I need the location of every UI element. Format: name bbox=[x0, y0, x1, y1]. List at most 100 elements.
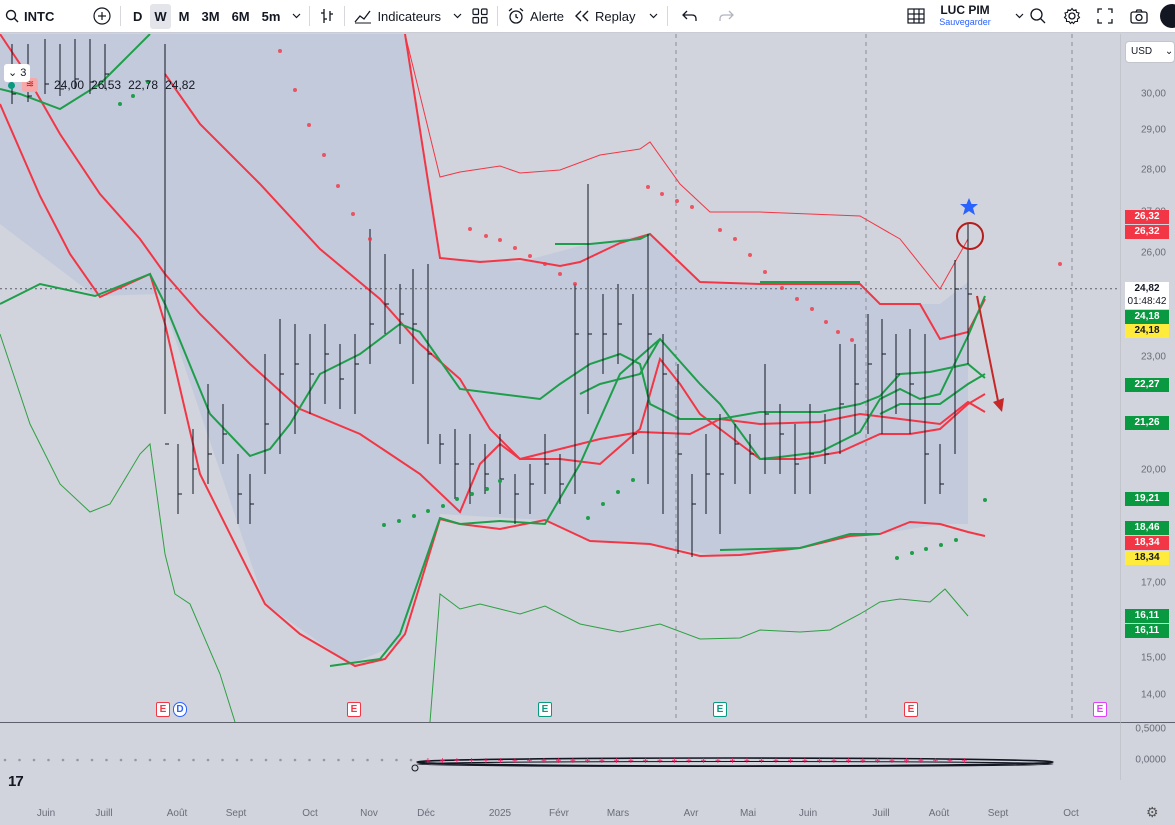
currency-label: USD bbox=[1131, 46, 1153, 57]
interval-5m[interactable]: 5m bbox=[258, 4, 285, 29]
event-marker[interactable]: E bbox=[347, 702, 361, 717]
price-chart[interactable] bbox=[0, 34, 1120, 722]
undo-button[interactable] bbox=[672, 0, 708, 33]
event-marker[interactable]: E bbox=[713, 702, 727, 717]
undo-icon bbox=[682, 10, 698, 22]
chart-legend: ≋ 24,00 26,53 22,78 24,82 bbox=[8, 78, 202, 92]
price-label: 22,27 bbox=[1125, 378, 1169, 392]
time-tick: Déc bbox=[417, 808, 435, 819]
osc-cross-marker: + bbox=[498, 756, 504, 767]
low-value: 22,78 bbox=[128, 78, 159, 92]
quick-search-button[interactable] bbox=[1024, 0, 1052, 33]
sar-dot-green bbox=[485, 487, 489, 491]
zoom-search-icon bbox=[1029, 7, 1047, 25]
oscillator-axis[interactable]: 0,5000 0,0000 bbox=[1120, 722, 1175, 780]
oscillator-chart: + + + + + + + + + + + + + + + + + + + + + + + + + + + + + + + + + + + + + + bbox=[3, 756, 1054, 772]
sar-dot-red bbox=[368, 237, 372, 241]
price-tick: 20,00 bbox=[1140, 464, 1166, 476]
osc-dot bbox=[221, 758, 224, 762]
interval-6m[interactable]: 6M bbox=[228, 4, 254, 29]
settings-button[interactable] bbox=[1058, 0, 1086, 33]
osc-dot bbox=[105, 758, 108, 762]
interval-m[interactable]: M bbox=[175, 4, 194, 29]
event-marker[interactable]: E bbox=[1093, 702, 1107, 717]
compare-button[interactable] bbox=[88, 0, 116, 33]
osc-dot bbox=[192, 758, 195, 762]
tradingview-logo[interactable]: 17 bbox=[8, 773, 24, 790]
sar-dot-red bbox=[498, 238, 502, 242]
time-tick: Juin bbox=[36, 808, 56, 819]
sar-dot-green bbox=[426, 509, 430, 513]
osc-dot bbox=[90, 758, 94, 762]
layout-button[interactable] bbox=[902, 0, 930, 33]
replay-button[interactable]: Replay bbox=[569, 0, 663, 33]
price-tick: 14,00 bbox=[1140, 689, 1166, 701]
sar-dot-green bbox=[895, 556, 899, 560]
top-toolbar: INTC D W M 3M 6M 5m Indicateurs Alerte Replay bbox=[0, 0, 1175, 33]
symbol-search[interactable]: INTC bbox=[0, 0, 88, 33]
event-marker[interactable]: E bbox=[904, 702, 918, 717]
publish-button[interactable] bbox=[1160, 4, 1175, 28]
redo-button[interactable] bbox=[708, 0, 744, 33]
interval-3m[interactable]: 3M bbox=[198, 4, 224, 29]
event-marker[interactable]: E bbox=[538, 702, 552, 717]
layout-save[interactable]: LUC PIM Sauvegarder bbox=[930, 2, 1000, 27]
interval-group: D W M 3M 6M 5m bbox=[125, 0, 288, 33]
osc-cross-marker: + bbox=[570, 756, 576, 767]
sar-dot-red bbox=[850, 338, 854, 342]
sar-dot-red bbox=[763, 270, 767, 274]
templates-button[interactable] bbox=[467, 0, 493, 33]
time-tick: Févr bbox=[549, 808, 569, 819]
legend-collapse-button[interactable]: ⌄ 3 bbox=[4, 64, 30, 82]
osc-dot bbox=[279, 758, 282, 762]
price-tick: 15,00 bbox=[1140, 652, 1166, 664]
gear-icon[interactable]: ⚙ bbox=[1146, 804, 1159, 821]
price-tick: 23,00 bbox=[1140, 351, 1166, 363]
fullscreen-button[interactable] bbox=[1092, 0, 1118, 33]
osc-dot bbox=[337, 758, 340, 762]
alert-button[interactable]: Alerte bbox=[502, 0, 569, 33]
event-marker[interactable]: D bbox=[173, 702, 187, 717]
sar-dot-red bbox=[351, 212, 355, 216]
osc-cross-marker: + bbox=[788, 756, 794, 767]
divider bbox=[120, 6, 121, 26]
indicators-button[interactable]: Indicateurs bbox=[349, 0, 467, 33]
symbol-label: INTC bbox=[24, 8, 55, 24]
interval-w[interactable]: W bbox=[150, 3, 171, 29]
oscillator-pane[interactable]: + + + + + + + + + + + + + + + + + + + + + + + + + + + + + + + + + + + + + + bbox=[0, 722, 1120, 780]
interval-d[interactable]: D bbox=[129, 4, 146, 29]
rewind-icon bbox=[574, 10, 590, 22]
divider bbox=[344, 6, 346, 26]
osc-dot bbox=[366, 758, 369, 762]
interval-dropdown[interactable] bbox=[288, 0, 305, 33]
price-tick: 28,00 bbox=[1140, 164, 1166, 176]
osc-cross-marker: + bbox=[614, 756, 620, 767]
sar-dot-green bbox=[498, 479, 502, 483]
sar-dot-red bbox=[484, 234, 488, 238]
currency-select[interactable]: USD ⌄ bbox=[1125, 41, 1175, 63]
snapshot-button[interactable] bbox=[1125, 0, 1153, 33]
time-axis[interactable]: Juin Juill Août Sept Oct Nov Déc 2025 Févr Mars Av… bbox=[0, 780, 1120, 825]
chevron-down-icon bbox=[453, 13, 462, 19]
sar-dot-red bbox=[558, 272, 562, 276]
price-axis[interactable]: 30,0029,0028,0027,0026,0023,0020,0017,00… bbox=[1120, 34, 1175, 722]
osc-dot bbox=[409, 758, 413, 762]
chart-pane[interactable]: ≋ 24,00 26,53 22,78 24,82 bbox=[0, 34, 1120, 722]
sar-dot-red bbox=[795, 297, 799, 301]
price-label: 24,82 bbox=[1125, 282, 1169, 296]
sar-dot-red bbox=[810, 307, 814, 311]
osc-dot bbox=[61, 758, 65, 762]
osc-dot bbox=[148, 758, 152, 762]
sar-dot-green bbox=[983, 498, 987, 502]
osc-cross-marker: + bbox=[672, 756, 678, 767]
save-link[interactable]: Sauvegarder bbox=[930, 17, 1000, 27]
chart-type-button[interactable] bbox=[314, 0, 340, 33]
event-marker[interactable]: E bbox=[156, 702, 170, 717]
sar-dot-red bbox=[293, 88, 297, 92]
sar-dot-green bbox=[118, 102, 122, 106]
time-tick: Mai bbox=[739, 808, 757, 819]
price-label: 19,21 bbox=[1125, 492, 1169, 506]
plus-circle-icon bbox=[93, 7, 111, 25]
osc-cross-marker: + bbox=[889, 756, 895, 767]
sar-dot-red bbox=[528, 254, 532, 258]
